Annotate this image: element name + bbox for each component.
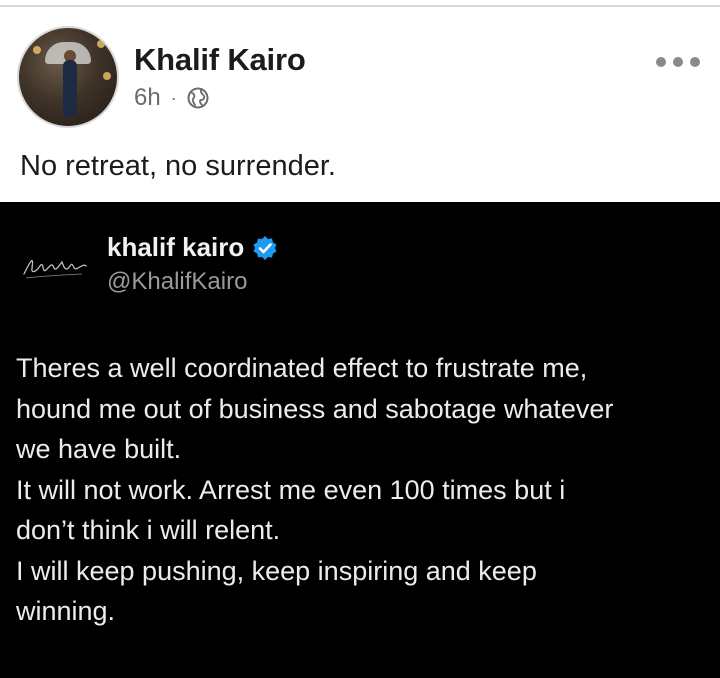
avatar[interactable]: [17, 26, 119, 128]
tweet-line: winning.: [16, 596, 116, 626]
post-header: Khalif Kairo 6h ·: [0, 22, 720, 132]
tweet-line: It will not work. Arrest me even 100 tim…: [16, 474, 566, 505]
post-caption: No retreat, no surrender.: [20, 150, 336, 182]
tweet-line: we have built.: [16, 434, 182, 464]
tweet-body: Theres a well coordinated effect to frus…: [16, 348, 706, 632]
tweet-display-name: khalif kairo: [107, 232, 278, 263]
post-meta: 6h ·: [134, 84, 209, 112]
author-name[interactable]: Khalif Kairo: [134, 42, 306, 78]
tweet-display-name-text[interactable]: khalif kairo: [107, 232, 244, 263]
tweet-handle[interactable]: @KhalifKairo: [107, 268, 247, 296]
meta-separator: ·: [170, 87, 177, 108]
post-time[interactable]: 6h: [134, 84, 161, 112]
signature-logo: [22, 244, 88, 284]
tweet-screenshot[interactable]: khalif kairo @KhalifKairo Theres a well …: [0, 202, 720, 678]
more-options-icon[interactable]: [656, 52, 700, 72]
globe-icon[interactable]: [187, 87, 209, 109]
tweet-line: I will keep pushing, keep inspiring and …: [16, 555, 537, 586]
tweet-line: Theres a well coordinated effect to frus…: [16, 353, 588, 383]
tweet-line: hound me out of business and sabotage wh…: [16, 393, 614, 424]
tweet-line: don’t think i will relent.: [16, 515, 281, 545]
verified-badge-icon: [252, 235, 278, 261]
top-divider: [0, 5, 720, 7]
